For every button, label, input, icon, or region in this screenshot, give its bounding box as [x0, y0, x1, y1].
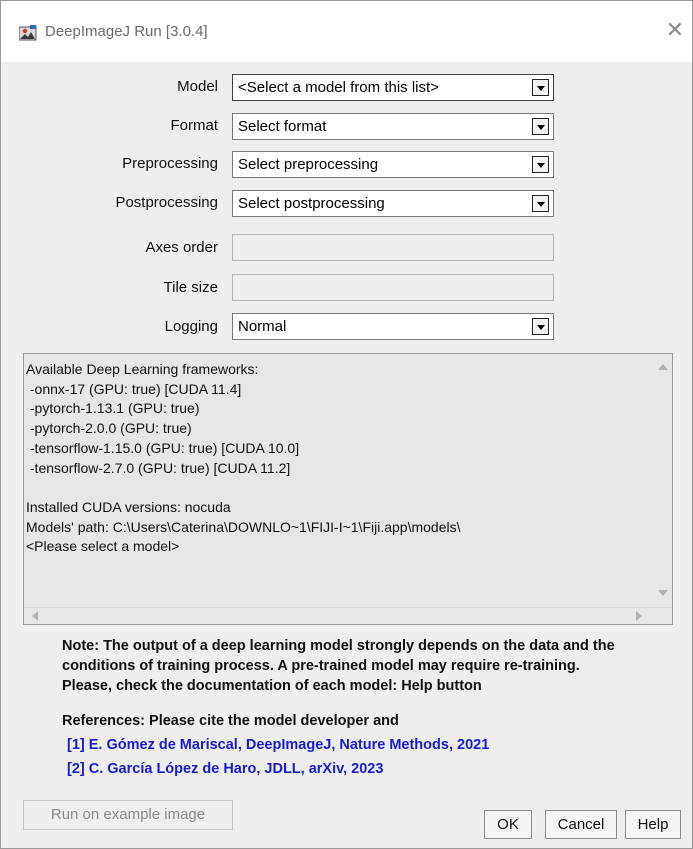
model-select[interactable]: <Select a model from this list> — [232, 74, 554, 101]
preprocessing-select[interactable]: Select preprocessing — [232, 151, 554, 178]
reference-link-1[interactable]: [1] E. Gómez de Mariscal, DeepImageJ, Na… — [62, 733, 687, 757]
ok-button[interactable]: OK — [484, 810, 532, 839]
chevron-down-icon[interactable] — [532, 79, 549, 96]
help-button[interactable]: Help — [625, 810, 681, 839]
references-header: References: Please cite the model develo… — [62, 713, 399, 729]
model-label: Model — [177, 78, 218, 95]
model-select-value: <Select a model from this list> — [238, 79, 439, 96]
vertical-scrollbar[interactable] — [653, 354, 672, 608]
chevron-down-icon[interactable] — [532, 156, 549, 173]
tile-size-field[interactable] — [232, 274, 554, 301]
scroll-right-icon[interactable] — [636, 611, 642, 621]
scroll-up-icon[interactable] — [658, 364, 668, 370]
logging-select-value: Normal — [238, 318, 287, 335]
scroll-down-icon[interactable] — [658, 590, 668, 596]
info-text: Available Deep Learning frameworks: -onn… — [26, 361, 461, 555]
postprocessing-select-value: Select postprocessing — [238, 195, 385, 212]
title-bar: DeepImageJ Run [3.0.4] ✕ — [1, 1, 692, 62]
preprocessing-label: Preprocessing — [122, 155, 218, 172]
chevron-down-icon[interactable] — [532, 318, 549, 335]
format-select-value: Select format — [238, 118, 327, 135]
run-on-example-image-button[interactable]: Run on example image — [23, 800, 233, 830]
axes-order-field[interactable] — [232, 234, 554, 261]
postprocessing-select[interactable]: Select postprocessing — [232, 190, 554, 217]
window-title: DeepImageJ Run [3.0.4] — [45, 23, 208, 40]
postprocessing-label: Postprocessing — [115, 194, 218, 211]
scroll-left-icon[interactable] — [32, 611, 38, 621]
chevron-down-icon[interactable] — [532, 195, 549, 212]
close-icon[interactable]: ✕ — [663, 19, 687, 43]
cancel-button[interactable]: Cancel — [545, 810, 617, 839]
preprocessing-select-value: Select preprocessing — [238, 156, 379, 173]
format-label: Format — [170, 117, 218, 134]
tile-size-label: Tile size — [163, 279, 218, 296]
info-text-area[interactable]: Available Deep Learning frameworks: -onn… — [23, 353, 673, 625]
deepimagej-run-dialog: DeepImageJ Run [3.0.4] ✕ Model <Select a… — [0, 0, 693, 849]
note-line: conditions of training process. A pre-tr… — [62, 658, 580, 674]
logging-select[interactable]: Normal — [232, 313, 554, 340]
note-line: Please, check the documentation of each … — [62, 678, 482, 694]
axes-order-label: Axes order — [145, 239, 218, 256]
chevron-down-icon[interactable] — [532, 118, 549, 135]
reference-link-2[interactable]: [2] C. García López de Haro, JDLL, arXiv… — [62, 757, 687, 781]
format-select[interactable]: Select format — [232, 113, 554, 140]
logging-label: Logging — [164, 318, 218, 335]
note-line: Note: The output of a deep learning mode… — [62, 638, 615, 654]
deepimagej-app-icon — [19, 25, 37, 41]
horizontal-scrollbar[interactable] — [24, 607, 672, 624]
references: References: Please cite the model develo… — [62, 709, 687, 781]
note-text: Note: The output of a deep learning mode… — [62, 636, 687, 696]
